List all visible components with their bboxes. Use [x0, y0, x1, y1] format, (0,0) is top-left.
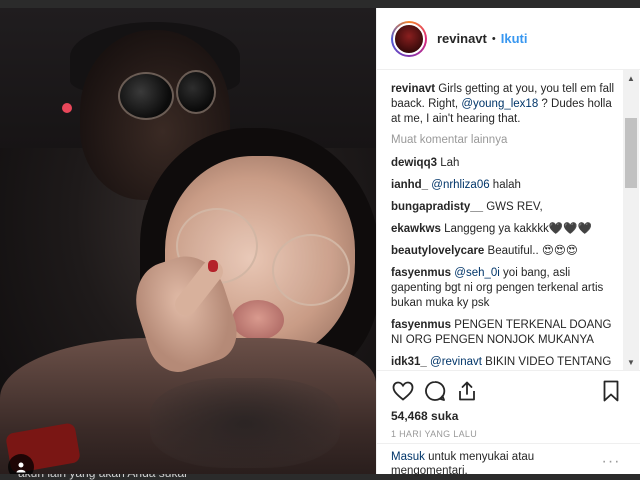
- load-more-comments-link[interactable]: Muat komentar lainnya: [391, 134, 623, 146]
- post-details-panel: revinavt • Ikuti revinavt Girls getting …: [376, 8, 640, 478]
- comment-item: beautylovelycare Beautiful.. 😍😍😍: [391, 244, 619, 259]
- scroll-up-arrow-icon[interactable]: ▲: [623, 70, 639, 86]
- more-options-icon[interactable]: ···: [599, 453, 623, 470]
- photo-lips: [232, 300, 284, 340]
- heart-icon: [392, 381, 414, 401]
- comment-mention[interactable]: @seh_0i: [454, 267, 500, 279]
- comment-entries: dewiqq3 Lah ianhd_ @nrhliza06 halah bungap…: [391, 156, 623, 368]
- login-link[interactable]: Masuk: [391, 451, 425, 463]
- like-button[interactable]: [391, 379, 415, 403]
- comments-scrollbar[interactable]: ▲ ▼: [623, 70, 639, 370]
- comment-item: fasyenmus @seh_0i yoi bang, asli gapenti…: [391, 266, 619, 311]
- comment-text: Lah: [437, 157, 460, 169]
- comment-item: ianhd_ @nrhliza06 halah: [391, 178, 619, 193]
- comment-button[interactable]: [423, 379, 447, 403]
- avatar[interactable]: [391, 20, 427, 57]
- photo-light: [62, 103, 72, 113]
- comment-username[interactable]: fasyenmus: [391, 267, 451, 279]
- comment-text: GWS REV,: [483, 201, 543, 213]
- post-actions: 54,468 suka 1 HARI YANG LALU Masuk untuk…: [377, 370, 640, 478]
- share-button[interactable]: [455, 379, 479, 403]
- photo-tattoo: [150, 378, 340, 468]
- comment-item: bungapradisty__ GWS REV,: [391, 200, 619, 215]
- avatar-image: [393, 22, 425, 55]
- photo-nail: [208, 260, 218, 272]
- login-text: Masuk untuk menyukai atau mengomentari.: [391, 450, 591, 478]
- comment-item: dewiqq3 Lah: [391, 156, 619, 171]
- comment-username[interactable]: dewiqq3: [391, 157, 437, 169]
- action-icons-row: [391, 379, 627, 403]
- header-separator: •: [491, 32, 496, 45]
- comment-username[interactable]: beautylovelycare: [391, 245, 484, 257]
- scroll-down-arrow-icon[interactable]: ▼: [623, 354, 639, 370]
- comment-item: idk31_ @revinavt BIKIN VIDEO TENTANG JEN…: [391, 355, 619, 368]
- share-icon: [459, 381, 475, 401]
- comment-username[interactable]: ekawkws: [391, 223, 441, 235]
- scroll-thumb[interactable]: [625, 118, 637, 188]
- comment-text: Beautiful.. 😍😍😍: [484, 245, 578, 257]
- comment-text: halah: [489, 179, 521, 191]
- caption: revinavt Girls getting at you, you tell …: [391, 82, 619, 127]
- comment-item: ekawkws Langgeng ya kakkkk🖤🖤🖤: [391, 222, 619, 237]
- bookmark-icon: [603, 380, 619, 402]
- photo-sunglass-right: [176, 70, 216, 114]
- post-timestamp[interactable]: 1 HARI YANG LALU: [391, 429, 477, 439]
- comment-username[interactable]: ianhd_: [391, 179, 428, 191]
- header-username[interactable]: revinavt: [437, 31, 487, 46]
- comment-mention[interactable]: @revinavt: [430, 356, 482, 368]
- user-icon: [16, 462, 26, 473]
- comment-text: Langgeng ya kakkkk🖤🖤🖤: [440, 223, 592, 235]
- tagged-user-button[interactable]: [8, 454, 34, 474]
- photo-sunglass-left: [118, 72, 174, 120]
- post-header: revinavt • Ikuti: [377, 8, 640, 70]
- caption-username[interactable]: revinavt: [391, 83, 435, 95]
- comment-username[interactable]: bungapradisty__: [391, 201, 483, 213]
- likes-count[interactable]: 54,468 suka: [391, 409, 458, 423]
- comments-list: revinavt Girls getting at you, you tell …: [377, 70, 623, 368]
- caption-mention[interactable]: @young_lex18: [461, 98, 538, 110]
- comment-username[interactable]: fasyenmus: [391, 319, 451, 331]
- follow-button[interactable]: Ikuti: [501, 31, 528, 46]
- post-photo[interactable]: [0, 8, 376, 474]
- comment-mention[interactable]: @nrhliza06: [431, 179, 489, 191]
- comment-username[interactable]: idk31_: [391, 356, 427, 368]
- photo-glasses-right: [272, 234, 350, 306]
- comment-icon: [425, 381, 446, 401]
- login-prompt: Masuk untuk menyukai atau mengomentari. …: [377, 443, 640, 478]
- save-button[interactable]: [599, 379, 623, 403]
- comment-item: fasyenmus PENGEN TERKENAL DOANG NI ORG P…: [391, 318, 619, 348]
